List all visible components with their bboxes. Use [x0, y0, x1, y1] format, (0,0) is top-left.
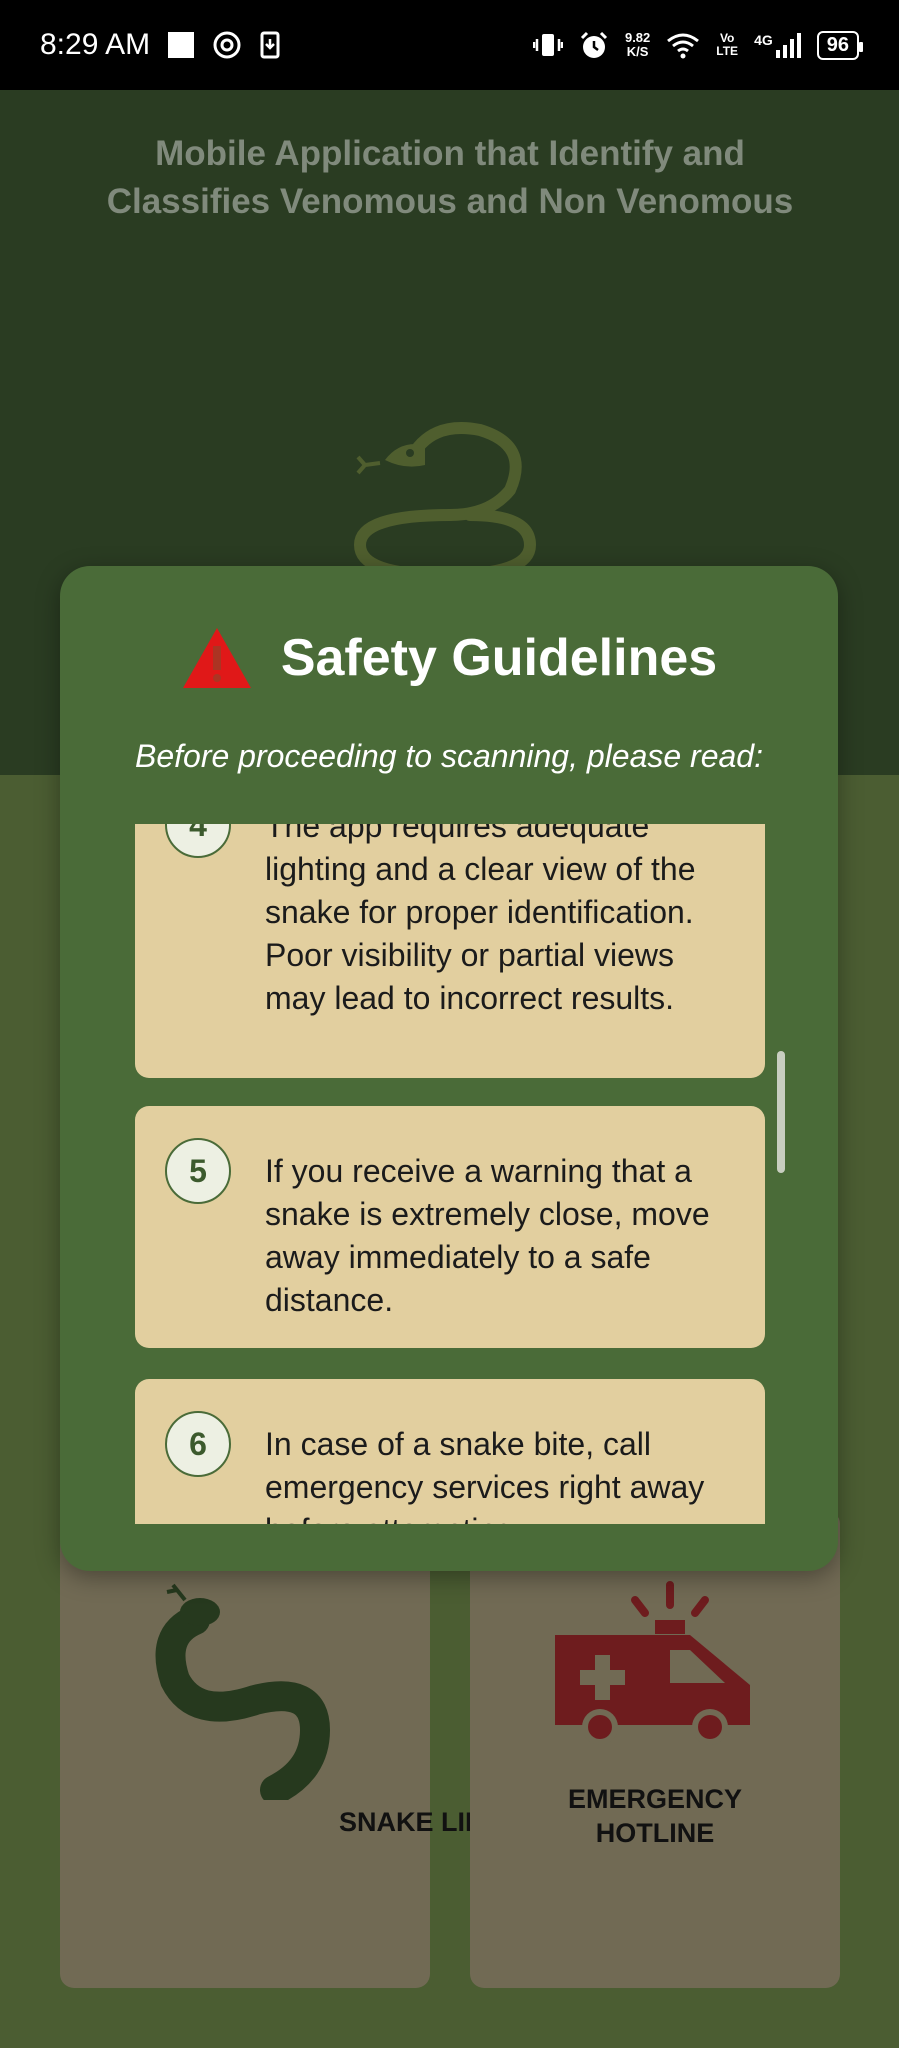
warning-icon: [182, 628, 251, 688]
emergency-hotline-line2: HOTLINE: [595, 1818, 715, 1848]
snake-library-card[interactable]: SNAKE LIBRARY: [60, 1510, 560, 1988]
safety-guidelines-dialog: Safety Guidelines Before proceeding to s…: [60, 566, 838, 1571]
guideline-item: 6 In case of a snake bite, call emergenc…: [135, 1379, 765, 1524]
alarm-icon: [580, 31, 608, 58]
guideline-number: 6: [165, 1411, 231, 1477]
dialog-title: Safety Guidelines: [280, 629, 718, 687]
status-bar: 8:29 AM 9.82 K/S Vo LTE 4G 96: [0, 0, 899, 90]
scrollbar[interactable]: [777, 1051, 785, 1173]
guideline-text: If you receive a warning that a snake is…: [265, 1153, 710, 1318]
status-time: 8:29 AM: [40, 28, 151, 61]
guideline-number: 5: [165, 1138, 231, 1204]
guideline-item: 4 The app requires adequate lighting and…: [135, 824, 765, 1078]
net-speed-unit: K/S: [626, 44, 649, 59]
network-type: 4G: [754, 32, 773, 48]
at-sign-icon: [213, 31, 241, 59]
volte-indicator: Vo LTE: [716, 32, 738, 58]
emergency-hotline-line1: EMERGENCY: [567, 1784, 743, 1814]
snake-logo-icon: [353, 422, 537, 582]
signal-icon: [775, 33, 801, 58]
guideline-item: 5 If you receive a warning that a snake …: [135, 1106, 765, 1348]
net-speed-value: 9.82: [624, 30, 651, 45]
emergency-hotline-label: EMERGENCY HOTLINE: [470, 1782, 840, 1850]
guideline-text: In case of a snake bite, call emergency …: [265, 1426, 705, 1524]
dialog-subtitle: Before proceeding to scanning, please re…: [135, 738, 763, 774]
download-icon: [260, 31, 280, 59]
guideline-number: 4: [165, 824, 231, 858]
app-title: Mobile Application that Identify and Cla…: [106, 134, 794, 221]
battery-icon: 96: [816, 30, 864, 60]
emergency-hotline-card[interactable]: EMERGENCY HOTLINE: [470, 1510, 840, 1988]
ambulance-icon: [555, 1581, 750, 1745]
notification-square-icon: [168, 32, 195, 58]
guidelines-list[interactable]: 4 The app requires adequate lighting and…: [135, 824, 825, 1524]
vibrate-icon: [532, 34, 563, 56]
guideline-text: The app requires adequate lighting and a…: [265, 824, 696, 1016]
snake-icon: [155, 1583, 331, 1800]
volte-bottom: LTE: [716, 44, 739, 58]
wifi-icon: [667, 33, 700, 59]
net-speed: 9.82 K/S: [625, 31, 650, 59]
dialog-header: Safety Guidelines: [60, 626, 838, 690]
